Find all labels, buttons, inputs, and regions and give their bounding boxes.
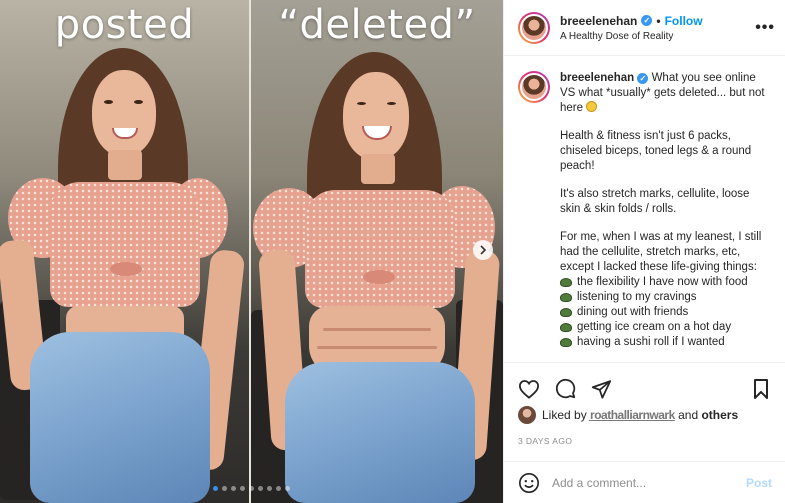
deleted-caption: “deleted” [278,2,476,48]
jeans [285,362,475,503]
likes-summary: Liked by r͟o͟a͟t͟h͟a͟l͟l͟i͟a͟r͟n͟w͟a͟r͟k… [518,406,738,424]
neck [108,150,142,180]
avatar[interactable] [518,71,550,103]
more-options-button[interactable]: ••• [755,19,775,37]
eye [387,102,396,105]
caption-paragraph: It's also stretch marks, cellulite, loos… [560,188,750,215]
turtle-icon [560,293,572,302]
post-sidebar: breeelenehan ✓ • Follow A Healthy Dose o… [503,0,785,503]
bookmark-icon[interactable] [750,378,772,400]
turtle-icon [560,338,572,347]
comment-input[interactable] [552,475,734,490]
caption-username[interactable]: breeelenehan [560,72,634,84]
deleted-photo: “deleted” [251,0,503,503]
caption-paragraph: Health & fitness isn't just 6 packs, chi… [560,130,752,172]
emoji-icon[interactable] [518,472,540,494]
carousel-dot [240,486,245,491]
emoji-icon [586,101,598,112]
carousel-dot [285,486,290,491]
post-button[interactable]: Post [746,476,772,490]
posted-photo: posted [0,0,249,503]
header-separator: • [656,13,661,28]
comment-bar: Post [504,461,785,503]
caption-area: breeelenehan ✓ What you see online VS wh… [504,57,785,362]
skin-fold [317,346,437,349]
list-item: dining out with friends [560,305,772,320]
carousel-dot [276,486,281,491]
next-slide-button[interactable] [473,240,493,260]
heart-icon[interactable] [518,378,540,400]
likes-connector: and [678,408,699,422]
turtle-icon [560,323,572,332]
verified-badge-icon: ✓ [641,15,653,26]
avatar[interactable] [518,11,550,44]
face [92,70,156,156]
carousel-dot [222,486,227,491]
action-bar [504,362,785,404]
crop-top [305,190,455,308]
carousel-dot [231,486,236,491]
carousel-dot [249,486,254,491]
header-username[interactable]: breeelenehan [560,14,637,28]
crop-top [50,182,200,307]
share-icon[interactable] [590,378,612,400]
chevron-right-icon [480,245,487,255]
list-item: the flexibility I have now with food [560,275,772,290]
carousel-dot [213,486,218,491]
liker-username[interactable]: r͟o͟a͟t͟h͟a͟l͟l͟i͟a͟r͟n͟w͟a͟r͟k [590,408,675,422]
caption-paragraph: For me, when I was at my leanest, I stil… [560,231,762,273]
list-item: getting ice cream on a hot day [560,320,772,335]
neck [361,154,395,184]
top-bow [110,262,142,276]
follow-button[interactable]: Follow [665,14,703,28]
carousel-dot [267,486,272,491]
eye [357,102,366,105]
eye [104,100,113,104]
verified-badge-icon: ✓ [637,73,649,84]
top-bow [363,270,395,284]
turtle-icon [560,278,572,287]
list-item: listening to my cravings [560,290,772,305]
carousel-indicator [0,486,503,491]
post-header: breeelenehan ✓ • Follow A Healthy Dose o… [504,0,785,56]
posted-caption: posted [54,2,195,48]
turtle-icon [560,308,572,317]
jeans [30,332,210,503]
likes-others-link[interactable]: others [701,408,738,422]
caption-text: breeelenehan ✓ What you see online VS wh… [560,71,772,362]
likes-prefix: Liked by [542,408,587,422]
skin-fold [323,328,431,331]
carousel-dot [258,486,263,491]
list-item: having a sushi roll if I wanted [560,335,772,350]
comment-icon[interactable] [554,378,576,400]
post-media[interactable]: posted “deleted” [0,0,503,503]
avatar[interactable] [518,406,536,424]
post-timestamp[interactable]: 3 DAYS AGO [518,436,572,446]
header-subtitle[interactable]: A Healthy Dose of Reality [560,31,755,42]
face [343,72,409,160]
eye [134,100,143,104]
